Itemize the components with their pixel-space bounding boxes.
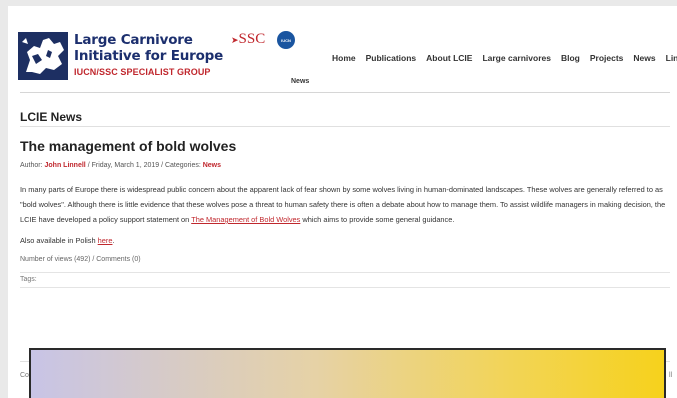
nav-item-links[interactable]: Links (661, 53, 677, 63)
europe-map-logo-icon[interactable] (18, 32, 68, 80)
nav-item-projects[interactable]: Projects (585, 53, 629, 63)
tags-divider (20, 287, 670, 288)
author-prefix: Author: (20, 162, 45, 169)
logo-title-line2: Initiative for Europe (74, 48, 224, 64)
article-date: / Friday, March 1, 2019 / Categories: (85, 162, 203, 169)
bold-wolves-statement-link[interactable]: The Management of Bold Wolves (191, 215, 300, 224)
overlay-banner: ​ (29, 348, 666, 398)
also-available-text: Also available in Polish (20, 236, 98, 245)
nav-item-large-carnivores[interactable]: Large carnivores (477, 53, 556, 63)
also-available: Also available in Polish here. (20, 236, 115, 245)
tags-label: Tags: (20, 276, 37, 283)
page: Large Carnivore Initiative for Europe IU… (8, 6, 677, 398)
logo-title-line1: Large Carnivore (74, 32, 193, 48)
nav-item-news[interactable]: News (628, 53, 660, 63)
iucn-logo-text: IUCN (281, 37, 291, 43)
nav-item-about-lcie[interactable]: About LCIE (421, 53, 477, 63)
footer-text-right: ll (669, 372, 673, 379)
banner-text: ​ (31, 382, 664, 398)
article-meta: Author: John Linnell / Friday, March 1, … (20, 162, 221, 169)
views-divider (20, 272, 670, 273)
footer-text-left: Co (20, 372, 29, 379)
ssc-logo-text: SSC (238, 31, 266, 47)
category-link[interactable]: News (203, 162, 221, 169)
main-nav: Home Publications About LCIE Large carni… (327, 53, 677, 63)
header-divider (20, 92, 670, 93)
article-body: In many parts of Europe there is widespr… (20, 182, 674, 227)
polish-version-link[interactable]: here (98, 236, 113, 245)
nav-item-home[interactable]: Home (327, 53, 361, 63)
site-logo-title[interactable]: Large Carnivore Initiative for Europe (74, 32, 223, 64)
article-title[interactable]: The management of bold wolves (20, 138, 236, 154)
ssc-arrow-icon: ➤ (231, 35, 239, 45)
iucn-logo-icon[interactable]: IUCN (277, 31, 295, 49)
nav-item-blog[interactable]: Blog (556, 53, 585, 63)
site-header: Large Carnivore Initiative for Europe IU… (8, 6, 677, 88)
ssc-logo[interactable]: ➤SSC (231, 31, 265, 48)
article-body-text-2: which aims to provide some general guida… (300, 215, 455, 224)
section-title: LCIE News (20, 110, 83, 124)
logo-subtitle: IUCN/SSC SPECIALIST GROUP (74, 67, 211, 77)
section-divider (20, 126, 670, 127)
views-comments: Number of views (492) / Comments (0) (20, 256, 141, 263)
nav-item-publications[interactable]: Publications (361, 53, 422, 63)
author-link[interactable]: John Linnell (45, 162, 86, 169)
nav-subitem-news[interactable]: News (291, 78, 309, 85)
also-available-period: . (112, 236, 115, 245)
